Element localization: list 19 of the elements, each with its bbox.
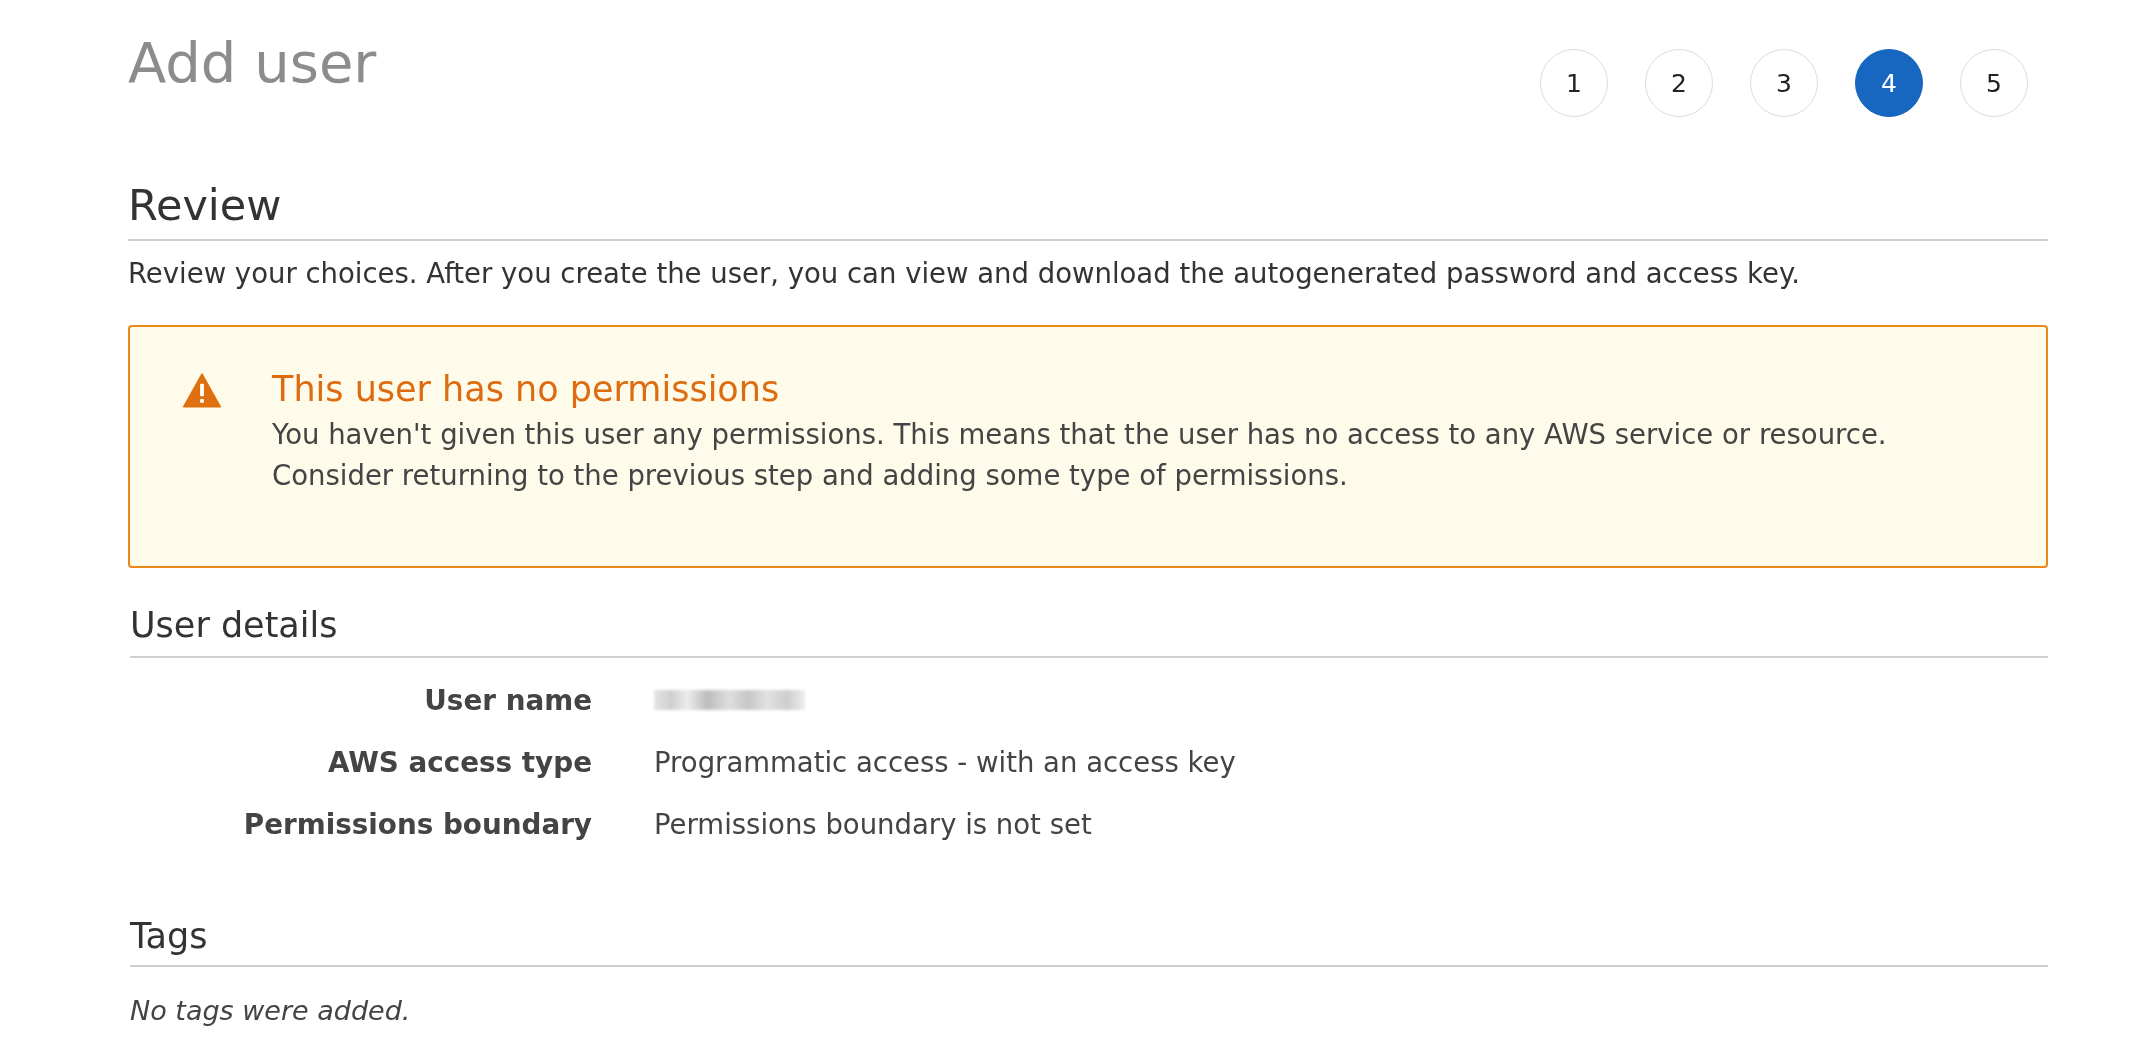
- step-indicator: 1: [1540, 49, 1608, 117]
- review-description: Review your choices. After you create the user, you can view and download the autogenerated password and access key.: [128, 256, 1802, 291]
- page-title: Add user: [128, 29, 377, 97]
- detail-value: Permissions boundary is not set: [654, 808, 1092, 840]
- empty-message: No tags were added.: [130, 994, 412, 1028]
- warning-title: This user has no permissions: [272, 370, 781, 408]
- detail-value: Programmatic access - with an access key: [654, 746, 1236, 778]
- detail-label: Permissions boundary: [242, 807, 592, 841]
- step-indicator: 5: [1960, 49, 2028, 117]
- detail-label: AWS access type: [326, 745, 592, 779]
- warning-icon: [183, 373, 221, 408]
- section-heading: Review: [128, 180, 2048, 241]
- step-indicator: 2: [1645, 49, 1713, 117]
- section-heading: Tags: [130, 915, 2048, 967]
- detail-label: User name: [423, 683, 592, 717]
- section-heading: User details: [130, 604, 2048, 658]
- step-indicator: 4: [1855, 49, 1923, 117]
- step-indicator: 3: [1750, 49, 1818, 117]
- warning-message: You haven't given this user any permissions. This means that the user has no access to any AWS service or resource. Consider returning to the previous step and adding some type of permissions.: [272, 417, 1888, 493]
